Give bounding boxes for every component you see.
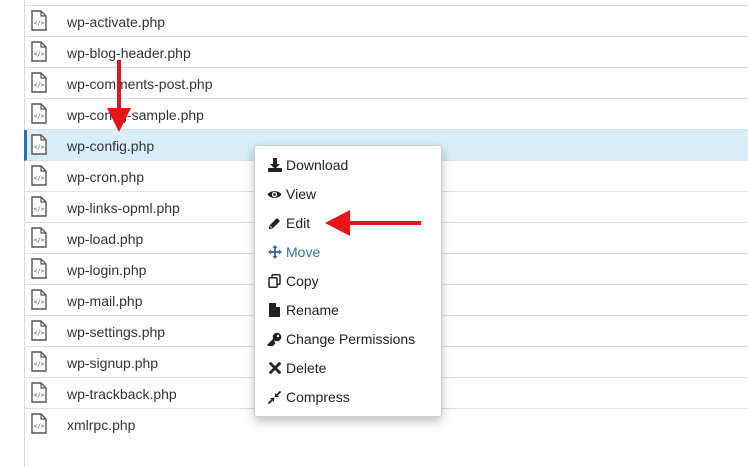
file-name: wp-config.php [67, 138, 155, 154]
file-name: wp-signup.php [67, 355, 159, 371]
copy-icon [267, 274, 282, 289]
php-file-icon: </> [31, 227, 47, 248]
svg-text:</>: </> [34, 113, 45, 120]
file-row[interactable]: </> wp-comments-post.php [25, 68, 748, 99]
svg-text:</>: </> [34, 206, 45, 213]
menu-item-rename[interactable]: Rename [267, 299, 339, 321]
file-name: wp-cron.php [67, 169, 145, 185]
svg-text:</>: </> [34, 299, 45, 306]
file-name: wp-trackback.php [67, 386, 177, 402]
menu-item-label: Delete [286, 360, 327, 376]
menu-item-label: Download [286, 157, 349, 173]
svg-text:</>: </> [34, 175, 45, 182]
move-icon [267, 245, 282, 260]
menu-item-label: Edit [286, 215, 311, 231]
file-name: wp-mail.php [67, 293, 143, 309]
file-name: wp-settings.php [67, 324, 166, 340]
svg-text:</>: </> [34, 361, 45, 368]
close-icon [267, 361, 282, 376]
php-file-icon: </> [31, 72, 47, 93]
file-row[interactable]: </> wp-config-sample.php [25, 99, 748, 130]
php-file-icon: </> [31, 41, 47, 62]
menu-item-delete[interactable]: Delete [267, 357, 326, 379]
file-name: xmlrpc.php [67, 417, 136, 433]
menu-item-change-permissions[interactable]: Change Permissions [267, 328, 415, 350]
svg-text:</>: </> [34, 237, 45, 244]
menu-item-label: Compress [286, 389, 350, 405]
divider [24, 5, 748, 6]
php-file-icon: </> [31, 10, 47, 31]
svg-text:</>: </> [34, 20, 45, 27]
file-name: wp-load.php [67, 231, 144, 247]
file-name: wp-activate.php [67, 14, 166, 30]
php-file-icon: </> [31, 382, 47, 403]
php-file-icon: </> [31, 165, 47, 186]
svg-text:</>: </> [34, 51, 45, 58]
compress-icon [267, 390, 282, 405]
context-menu: Download View Edit Move Copy Rename Chan… [254, 145, 442, 417]
menu-item-label: Rename [286, 302, 339, 318]
php-file-icon: </> [31, 320, 47, 341]
menu-item-label: Copy [286, 273, 319, 289]
svg-text:</>: </> [34, 268, 45, 275]
svg-text:</>: </> [34, 82, 45, 89]
php-file-icon: </> [31, 196, 47, 217]
menu-item-edit[interactable]: Edit [267, 212, 310, 234]
menu-item-label: View [286, 186, 317, 202]
menu-item-compress[interactable]: Compress [267, 386, 350, 408]
php-file-icon: </> [31, 258, 47, 279]
menu-item-label: Change Permissions [286, 331, 416, 347]
svg-text:</>: </> [34, 423, 45, 430]
file-row[interactable]: </> wp-blog-header.php [25, 37, 748, 68]
menu-item-view[interactable]: View [267, 183, 316, 205]
file-name: wp-comments-post.php [67, 76, 213, 92]
menu-item-download[interactable]: Download [267, 154, 348, 176]
key-icon [267, 332, 282, 347]
file-icon [267, 303, 282, 318]
php-file-icon: </> [31, 134, 47, 155]
menu-item-move[interactable]: Move [267, 241, 320, 263]
menu-item-copy[interactable]: Copy [267, 270, 319, 292]
php-file-icon: </> [31, 351, 47, 372]
php-file-icon: </> [31, 289, 47, 310]
file-name: wp-links-opml.php [67, 200, 180, 216]
file-name: wp-login.php [67, 262, 147, 278]
php-file-icon: </> [31, 103, 47, 124]
pencil-icon [267, 216, 282, 231]
svg-text:</>: </> [34, 144, 45, 151]
svg-text:</>: </> [34, 330, 45, 337]
file-name: wp-blog-header.php [67, 45, 191, 61]
file-name: wp-config-sample.php [67, 107, 204, 123]
file-row[interactable]: </> wp-activate.php [25, 6, 748, 37]
menu-item-label: Move [286, 244, 321, 260]
svg-text:</>: </> [34, 392, 45, 399]
php-file-icon: </> [31, 413, 47, 434]
download-icon [267, 158, 282, 173]
eye-icon [267, 187, 282, 202]
